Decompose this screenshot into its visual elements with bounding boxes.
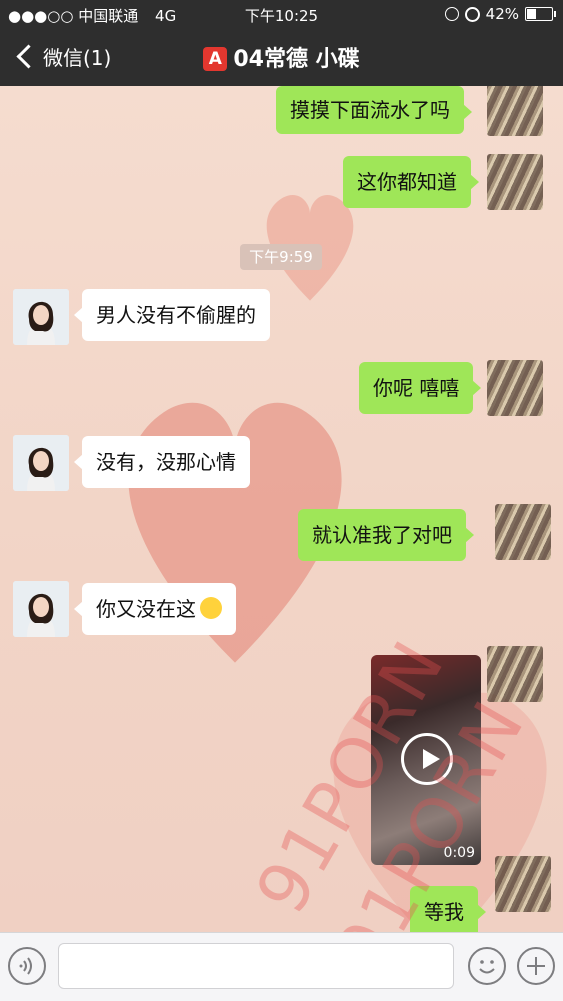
message-bubble-out[interactable]: 你呢 嘻嘻 bbox=[359, 362, 482, 414]
battery-icon bbox=[525, 7, 556, 21]
avatar[interactable] bbox=[495, 856, 551, 912]
voice-icon bbox=[19, 957, 32, 975]
thinking-face-emoji bbox=[200, 597, 222, 619]
input-bar bbox=[0, 932, 563, 1001]
status-right: 42% bbox=[444, 5, 556, 23]
plus-icon bbox=[527, 957, 545, 975]
avatar[interactable] bbox=[13, 435, 69, 491]
battery-percent: 42% bbox=[485, 5, 519, 23]
avatar-portrait bbox=[13, 581, 69, 637]
nav-bar: 微信(1) A 04常德 小碟 bbox=[0, 28, 563, 86]
avatar-portrait bbox=[13, 435, 69, 491]
status-bar: ●●●○○ 中国联通 4G 下午10:25 42% bbox=[0, 0, 563, 28]
avatar[interactable] bbox=[487, 154, 543, 210]
avatar[interactable] bbox=[487, 360, 543, 416]
title-text: 04常德 小碟 bbox=[233, 47, 360, 72]
message-bubble-in[interactable]: 没有，没那心情 bbox=[74, 436, 250, 488]
avatar[interactable] bbox=[495, 504, 551, 560]
voice-icon[interactable] bbox=[8, 947, 46, 985]
emoji-face-icon bbox=[479, 960, 495, 974]
avatar[interactable] bbox=[13, 289, 69, 345]
a-badge-icon: A bbox=[203, 47, 228, 71]
message-input[interactable] bbox=[58, 943, 454, 989]
emoji-face-icon[interactable] bbox=[468, 947, 506, 985]
plus-icon[interactable] bbox=[517, 947, 555, 985]
message-bubble-in[interactable]: 你又没在这 bbox=[74, 583, 236, 635]
message-bubble-out[interactable]: 摸摸下面流水了吗 bbox=[276, 86, 472, 134]
avatar[interactable] bbox=[13, 581, 69, 637]
avatar[interactable] bbox=[487, 86, 543, 136]
chat-title: A 04常德 小碟 bbox=[0, 41, 563, 73]
message-bubble-out[interactable]: 就认准我了对吧 bbox=[298, 509, 474, 561]
message-bubble-out[interactable]: 这你都知道 bbox=[343, 156, 479, 208]
message-text: 你又没在这 bbox=[96, 597, 196, 621]
message-bubble-in[interactable]: 男人没有不偷腥的 bbox=[74, 289, 270, 341]
alarm-icon bbox=[464, 6, 480, 22]
timestamp: 下午9:59 bbox=[240, 244, 322, 270]
avatar[interactable] bbox=[487, 646, 543, 702]
lock-rotation-icon bbox=[444, 7, 459, 21]
chat-area[interactable]: 摸摸下面流水了吗 这你都知道 下午9:59 男人没有不偷腥的 你呢 嘻嘻 没有，… bbox=[0, 86, 563, 932]
avatar-portrait bbox=[13, 289, 69, 345]
